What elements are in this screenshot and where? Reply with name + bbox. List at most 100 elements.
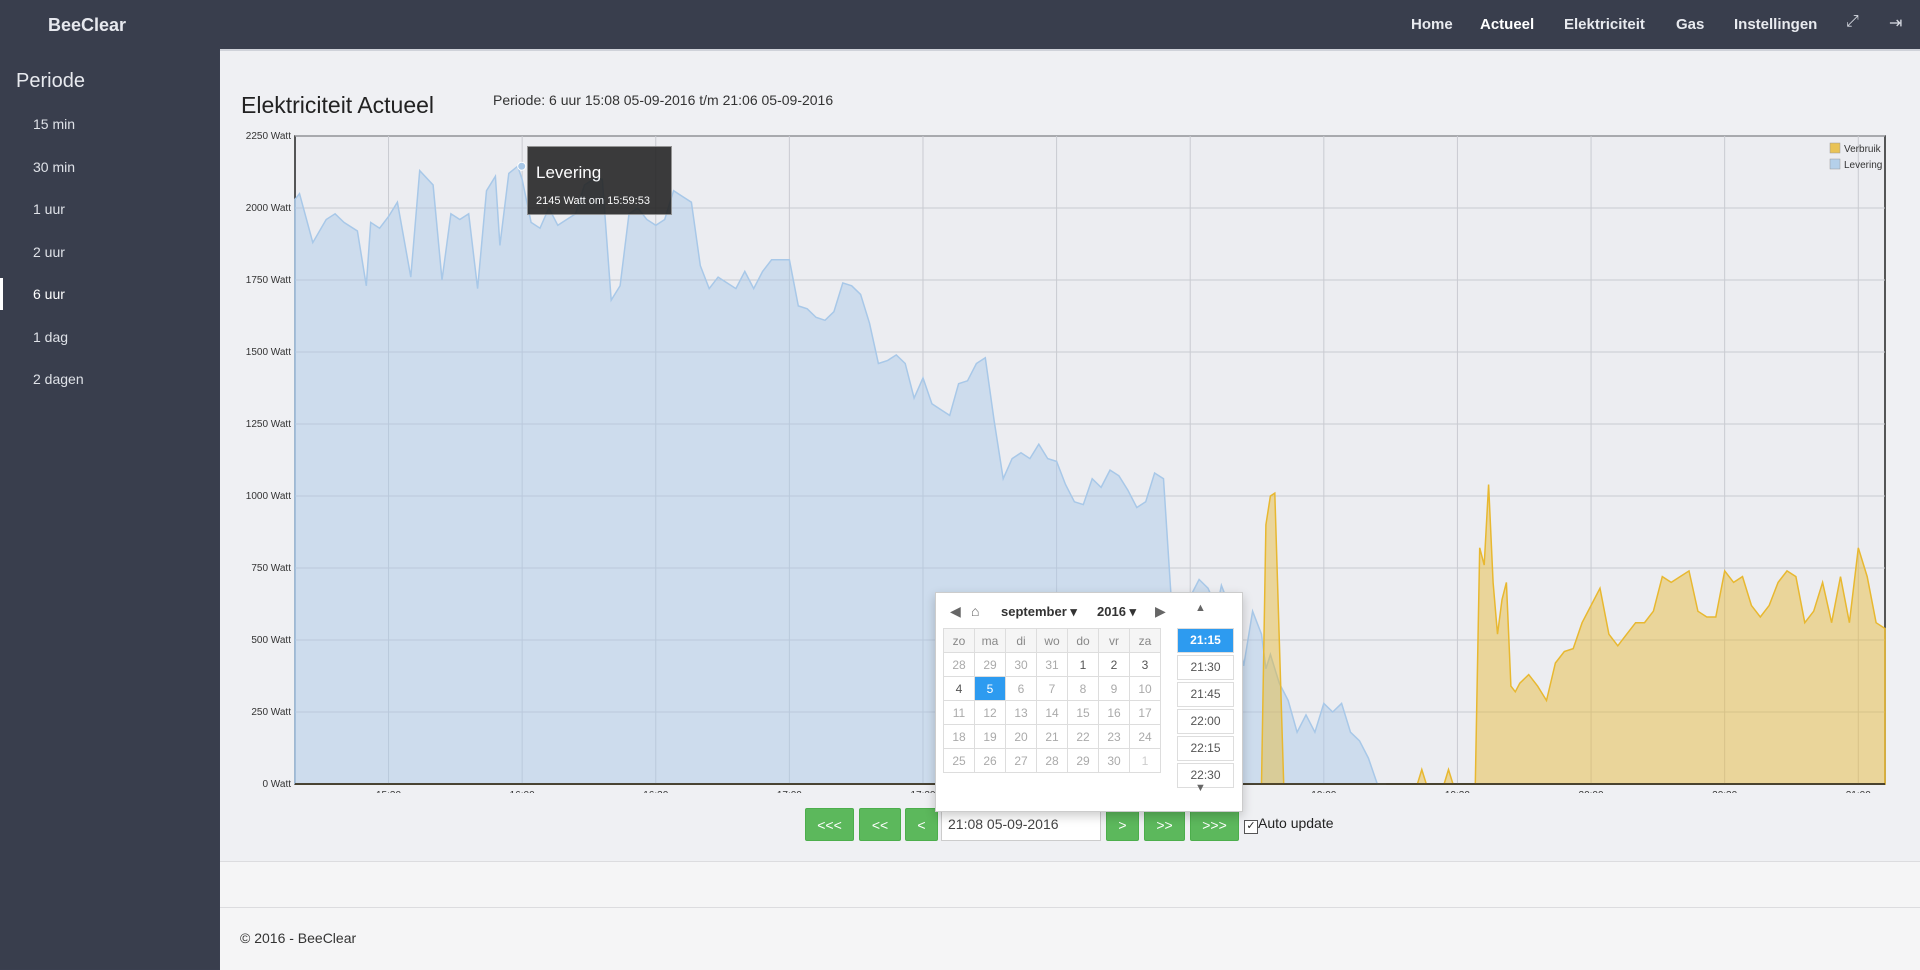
checkbox-checked-icon[interactable]: ✓ [1244,820,1258,834]
calendar-day[interactable]: 2 [1098,652,1130,677]
back-small-button[interactable]: < [905,808,938,841]
sidebar-item-label: 30 min [33,159,76,175]
expand-icon[interactable]: ⤢ [1846,13,1859,31]
calendar-day[interactable]: 19 [974,724,1006,749]
calendar-grid: zo ma di wo do vr za 28 29 30 31 1 2 3 4… [943,628,1161,773]
calendar-day[interactable]: 26 [974,748,1006,773]
forward-small-button[interactable]: > [1106,808,1139,841]
nav-gas[interactable]: Gas [1676,16,1704,33]
calendar-day[interactable]: 27 [1005,748,1037,773]
time-list: 21:15 21:30 21:45 22:00 22:15 22:30 [1177,628,1234,790]
calendar-day-selected[interactable]: 5 [974,676,1006,701]
next-month-icon[interactable]: ▶ [1155,603,1166,620]
calendar-day[interactable]: 31 [1036,652,1068,677]
sidebar-item-label: 6 uur [33,286,65,302]
sidebar-item-2uur[interactable]: 2 uur [0,236,219,268]
nav-elektriciteit[interactable]: Elektriciteit [1564,16,1645,33]
y-tick-label: 1750 Watt [246,275,291,286]
y-tick-label: 1500 Watt [246,347,291,358]
calendar-day[interactable]: 28 [943,652,975,677]
calendar-day[interactable]: 9 [1098,676,1130,701]
calendar-day[interactable]: 24 [1129,724,1161,749]
calendar-day[interactable]: 14 [1036,700,1068,725]
calendar-day[interactable]: 25 [943,748,975,773]
calendar-day[interactable]: 1 [1129,748,1161,773]
brand-logo[interactable]: BeeClear [48,15,126,36]
periode-label: Periode: 6 uur 15:08 05-09-2016 t/m 21:0… [493,92,834,108]
sidebar-item-1uur[interactable]: 1 uur [0,193,219,225]
calendar-day[interactable]: 29 [1067,748,1099,773]
nav-instellingen[interactable]: Instellingen [1734,16,1817,33]
calendar-week: 4 5 6 7 8 9 10 [943,676,1161,701]
calendar-day[interactable]: 21 [1036,724,1068,749]
calendar-day[interactable]: 12 [974,700,1006,725]
x-tick-label: 19:00 [1311,790,1336,793]
time-option-selected[interactable]: 21:15 [1177,628,1234,653]
time-option[interactable]: 22:00 [1177,709,1234,734]
calendar-day[interactable]: 16 [1098,700,1130,725]
time-option[interactable]: 22:15 [1177,736,1234,761]
date-input[interactable]: 21:08 05-09-2016 [941,808,1101,841]
sidebar-item-6uur[interactable]: 6 uur [0,278,222,310]
year-select[interactable]: 2016 ▾ [1097,604,1136,620]
calendar-day[interactable]: 20 [1005,724,1037,749]
calendar-day[interactable]: 10 [1129,676,1161,701]
y-tick-label: 250 Watt [251,707,291,718]
calendar-day[interactable]: 23 [1098,724,1130,749]
y-tick-label: 2250 Watt [246,131,291,142]
x-tick-label: 20:00 [1579,790,1604,793]
y-tick-label: 1000 Watt [246,491,291,502]
time-option[interactable]: 21:30 [1177,655,1234,680]
back-medium-button[interactable]: << [859,808,901,841]
calendar-day[interactable]: 11 [943,700,975,725]
y-tick-label: 500 Watt [251,635,291,646]
calendar-day[interactable]: 6 [1005,676,1037,701]
time-up-icon[interactable]: ▲ [1195,602,1206,614]
sidebar-item-2dagen[interactable]: 2 dagen [0,363,219,395]
calendar-day[interactable]: 29 [974,652,1006,677]
x-tick-label: 17:30 [910,790,935,793]
calendar-day[interactable]: 17 [1129,700,1161,725]
footer: © 2016 - BeeClear [220,861,1920,970]
calendar-day[interactable]: 4 [943,676,975,701]
legend-label: Levering [1844,160,1882,171]
forward-large-button[interactable]: >>> [1190,808,1239,841]
calendar-day[interactable]: 1 [1067,652,1099,677]
calendar-day[interactable]: 28 [1036,748,1068,773]
weekday-label: za [1129,628,1161,653]
sidebar-item-30min[interactable]: 30 min [0,151,219,183]
auto-update-label: Auto update [1258,815,1334,831]
home-icon[interactable]: ⌂ [971,603,979,619]
sidebar-item-1dag[interactable]: 1 dag [0,321,219,353]
calendar-day[interactable]: 8 [1067,676,1099,701]
sidebar-item-label: 2 uur [33,244,65,260]
legend-label: Verbruik [1844,144,1882,155]
prev-month-icon[interactable]: ◀ [950,603,961,620]
footer-divider [220,907,1920,908]
y-tick-label: 750 Watt [251,563,291,574]
calendar-day[interactable]: 13 [1005,700,1037,725]
tooltip-title: Levering [536,163,602,182]
logout-icon[interactable]: ⇥ [1889,13,1902,33]
calendar-day[interactable]: 22 [1067,724,1099,749]
nav-home[interactable]: Home [1411,16,1453,33]
time-down-icon[interactable]: ▼ [1195,782,1206,794]
sidebar-title: Periode [16,70,85,92]
auto-update-checkbox[interactable]: ✓ Auto update [1244,815,1334,834]
nav-actueel[interactable]: Actueel [1480,16,1534,33]
y-tick-label: 0 Watt [262,779,291,790]
sidebar-item-15min[interactable]: 15 min [0,108,219,140]
calendar-day[interactable]: 18 [943,724,975,749]
calendar-day[interactable]: 15 [1067,700,1099,725]
forward-medium-button[interactable]: >> [1144,808,1185,841]
calendar-day[interactable]: 7 [1036,676,1068,701]
calendar-day[interactable]: 3 [1129,652,1161,677]
weekday-label: zo [943,628,975,653]
month-select[interactable]: september ▾ [1001,604,1077,620]
year-label: 2016 [1097,604,1126,619]
y-tick-label: 1250 Watt [246,419,291,430]
calendar-day[interactable]: 30 [1005,652,1037,677]
time-option[interactable]: 21:45 [1177,682,1234,707]
calendar-day[interactable]: 30 [1098,748,1130,773]
back-large-button[interactable]: <<< [805,808,854,841]
